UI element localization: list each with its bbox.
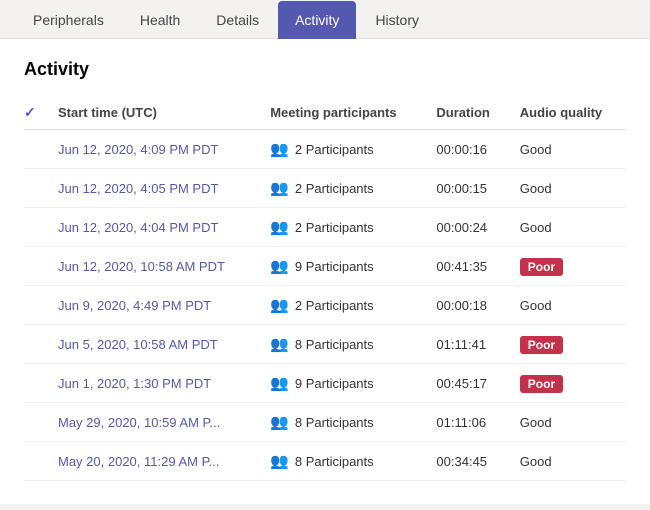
participant-count: 2 Participants — [295, 181, 374, 196]
participant-count: 2 Participants — [295, 298, 374, 313]
table-row[interactable]: Jun 12, 2020, 10:58 AM PDT 👥 9 Participant… — [24, 247, 626, 286]
row-participants: 👥 2 Participants — [260, 169, 426, 208]
page-title: Activity — [24, 59, 626, 80]
table-row[interactable]: Jun 9, 2020, 4:49 PM PDT 👥 2 Participants 0… — [24, 286, 626, 325]
row-check — [24, 247, 48, 286]
row-participants: 👥 2 Participants — [260, 208, 426, 247]
row-start-time[interactable]: Jun 5, 2020, 10:58 AM PDT — [48, 325, 260, 364]
quality-badge-poor: Poor — [520, 258, 563, 276]
row-start-time[interactable]: May 29, 2020, 10:59 AM P... — [48, 403, 260, 442]
people-icon: 👥 — [270, 374, 289, 392]
tab-activity[interactable]: Activity — [278, 1, 356, 39]
row-check — [24, 130, 48, 169]
row-audio-quality: Poor — [510, 364, 626, 403]
row-audio-quality: Poor — [510, 247, 626, 286]
row-participants: 👥 8 Participants — [260, 403, 426, 442]
people-icon: 👥 — [270, 179, 289, 197]
row-duration: 00:00:24 — [426, 208, 509, 247]
row-check — [24, 208, 48, 247]
table-row[interactable]: Jun 12, 2020, 4:09 PM PDT 👥 2 Participants… — [24, 130, 626, 169]
row-participants: 👥 2 Participants — [260, 286, 426, 325]
row-check — [24, 169, 48, 208]
row-participants: 👥 8 Participants — [260, 442, 426, 481]
table-row[interactable]: Jun 12, 2020, 4:04 PM PDT 👥 2 Participants… — [24, 208, 626, 247]
check-icon: ✓ — [24, 104, 36, 120]
row-start-time[interactable]: Jun 12, 2020, 4:04 PM PDT — [48, 208, 260, 247]
people-icon: 👥 — [270, 452, 289, 470]
row-audio-quality: Good — [510, 286, 626, 325]
tab-bar: PeripheralsHealthDetailsActivityHistory — [0, 0, 650, 39]
participant-count: 8 Participants — [295, 337, 374, 352]
row-check — [24, 286, 48, 325]
col-start-time: Start time (UTC) — [48, 96, 260, 130]
row-duration: 00:34:45 — [426, 442, 509, 481]
table-row[interactable]: Jun 1, 2020, 1:30 PM PDT 👥 9 Participants 0… — [24, 364, 626, 403]
row-check — [24, 442, 48, 481]
activity-table: ✓ Start time (UTC) Meeting participants … — [24, 96, 626, 481]
row-participants: 👥 8 Participants — [260, 325, 426, 364]
row-check — [24, 403, 48, 442]
tab-peripherals[interactable]: Peripherals — [16, 1, 121, 39]
row-duration: 00:00:16 — [426, 130, 509, 169]
people-icon: 👥 — [270, 218, 289, 236]
participant-count: 8 Participants — [295, 415, 374, 430]
participant-count: 9 Participants — [295, 376, 374, 391]
row-audio-quality: Good — [510, 442, 626, 481]
row-start-time[interactable]: Jun 12, 2020, 4:05 PM PDT — [48, 169, 260, 208]
people-icon: 👥 — [270, 257, 289, 275]
col-check: ✓ — [24, 96, 48, 130]
people-icon: 👥 — [270, 296, 289, 314]
col-duration: Duration — [426, 96, 509, 130]
row-audio-quality: Poor — [510, 325, 626, 364]
row-duration: 00:00:18 — [426, 286, 509, 325]
row-duration: 01:11:41 — [426, 325, 509, 364]
table-row[interactable]: May 29, 2020, 10:59 AM P... 👥 8 Participan… — [24, 403, 626, 442]
row-check — [24, 364, 48, 403]
row-participants: 👥 9 Participants — [260, 364, 426, 403]
table-header: ✓ Start time (UTC) Meeting participants … — [24, 96, 626, 130]
tab-health[interactable]: Health — [123, 1, 197, 39]
row-audio-quality: Good — [510, 208, 626, 247]
table-row[interactable]: May 20, 2020, 11:29 AM P... 👥 8 Participan… — [24, 442, 626, 481]
row-audio-quality: Good — [510, 169, 626, 208]
participant-count: 9 Participants — [295, 259, 374, 274]
col-participants: Meeting participants — [260, 96, 426, 130]
quality-badge-poor: Poor — [520, 375, 563, 393]
tab-details[interactable]: Details — [199, 1, 276, 39]
row-start-time[interactable]: Jun 12, 2020, 10:58 AM PDT — [48, 247, 260, 286]
row-duration: 00:41:35 — [426, 247, 509, 286]
table-row[interactable]: Jun 5, 2020, 10:58 AM PDT 👥 8 Participants… — [24, 325, 626, 364]
quality-badge-poor: Poor — [520, 336, 563, 354]
row-audio-quality: Good — [510, 130, 626, 169]
row-audio-quality: Good — [510, 403, 626, 442]
row-duration: 00:00:15 — [426, 169, 509, 208]
participant-count: 2 Participants — [295, 142, 374, 157]
table-body: Jun 12, 2020, 4:09 PM PDT 👥 2 Participants… — [24, 130, 626, 481]
row-check — [24, 325, 48, 364]
row-start-time[interactable]: Jun 1, 2020, 1:30 PM PDT — [48, 364, 260, 403]
row-participants: 👥 2 Participants — [260, 130, 426, 169]
row-start-time[interactable]: May 20, 2020, 11:29 AM P... — [48, 442, 260, 481]
row-duration: 00:45:17 — [426, 364, 509, 403]
main-content: Activity ✓ Start time (UTC) Meeting part… — [0, 39, 650, 504]
row-duration: 01:11:06 — [426, 403, 509, 442]
row-start-time[interactable]: Jun 9, 2020, 4:49 PM PDT — [48, 286, 260, 325]
row-participants: 👥 9 Participants — [260, 247, 426, 286]
people-icon: 👥 — [270, 335, 289, 353]
participant-count: 2 Participants — [295, 220, 374, 235]
participant-count: 8 Participants — [295, 454, 374, 469]
table-row[interactable]: Jun 12, 2020, 4:05 PM PDT 👥 2 Participants… — [24, 169, 626, 208]
tab-history[interactable]: History — [358, 1, 436, 39]
people-icon: 👥 — [270, 413, 289, 431]
col-audio-quality: Audio quality — [510, 96, 626, 130]
row-start-time[interactable]: Jun 12, 2020, 4:09 PM PDT — [48, 130, 260, 169]
people-icon: 👥 — [270, 140, 289, 158]
